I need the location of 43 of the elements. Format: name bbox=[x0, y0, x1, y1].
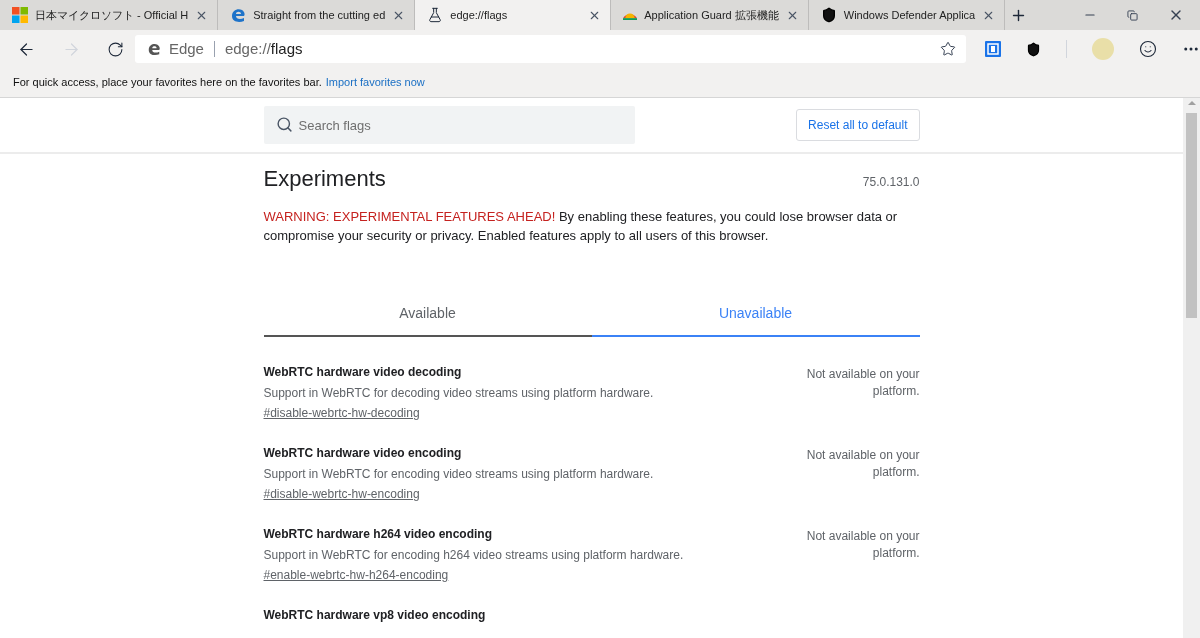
refresh-icon[interactable] bbox=[107, 40, 124, 58]
flag-name: WebRTC hardware video encoding bbox=[263, 445, 463, 462]
shield-icon bbox=[820, 7, 837, 23]
warning-text: WARNING: EXPERIMENTAL FEATURES AHEAD! By enabling these features, you could lose browser data or compromise your security or privacy. Enabled features apply to all users of this browser. bbox=[263, 208, 899, 245]
flag-name: WebRTC hardware h264 video encoding bbox=[263, 526, 493, 543]
tab-title: edge://flags bbox=[450, 7, 509, 23]
flag-description: Support in WebRTC for encoding video streams using platform hardware. bbox=[263, 466, 654, 483]
reset-all-button[interactable]: Reset all to default bbox=[796, 109, 920, 141]
shield-icon[interactable] bbox=[1026, 41, 1041, 57]
restore-icon[interactable] bbox=[1127, 9, 1138, 21]
address-bar[interactable]: Edge edge://flags bbox=[134, 35, 966, 63]
flag-status: Not available on your platform. bbox=[805, 528, 920, 562]
tab-title: Application Guard 拡張機能 bbox=[644, 7, 779, 23]
search-icon bbox=[275, 116, 293, 133]
flag-status: Not available on your platform. bbox=[805, 447, 920, 481]
favorites-bar-message: For quick access, place your favorites here on the favorites bar. bbox=[13, 75, 322, 91]
favorite-star-icon[interactable] bbox=[940, 41, 956, 57]
search-field[interactable]: Search flags bbox=[263, 106, 635, 144]
flag-name: WebRTC hardware video decoding bbox=[263, 364, 463, 381]
flag-link[interactable]: #disable-webrtc-hw-decoding bbox=[263, 404, 420, 422]
smiley-icon[interactable] bbox=[1139, 40, 1157, 58]
flag-link[interactable]: #disable-webrtc-hw-encoding bbox=[263, 485, 420, 503]
flags-tab[interactable]: Available bbox=[263, 303, 592, 337]
tab-title: Windows Defender Applica bbox=[843, 7, 976, 23]
tab-title: Straight from the cutting ed bbox=[253, 7, 386, 23]
flag-name: WebRTC hardware vp8 video encoding bbox=[263, 607, 486, 624]
edge-logo-icon bbox=[146, 42, 161, 56]
page-title: Experiments bbox=[263, 165, 386, 193]
tab-title: 日本マイクロソフト - Official H bbox=[35, 7, 189, 23]
version-number: 75.0.131.0 bbox=[862, 174, 920, 191]
flag-description: Support in WebRTC for encoding h264 video streams using platform hardware. bbox=[263, 547, 684, 564]
flag-link[interactable]: #enable-webrtc-hw-h264-encoding bbox=[263, 566, 449, 584]
windows-logo-icon bbox=[12, 7, 28, 23]
flag-status: Not available on your platform. bbox=[805, 366, 920, 400]
reading-view-icon[interactable] bbox=[985, 41, 1001, 57]
flask-icon bbox=[427, 7, 444, 23]
url-text: edge://flags bbox=[224, 38, 303, 59]
site-label: Edge bbox=[168, 38, 204, 59]
flag-description: Support in WebRTC for decoding video streams using platform hardware. bbox=[263, 385, 654, 402]
browser-tab[interactable]: edge://flags bbox=[415, 0, 612, 30]
scrollbar-thumb[interactable] bbox=[1186, 113, 1197, 318]
edge-logo-icon bbox=[230, 7, 247, 23]
import-favorites-link[interactable]: Import favorites now bbox=[325, 74, 425, 91]
